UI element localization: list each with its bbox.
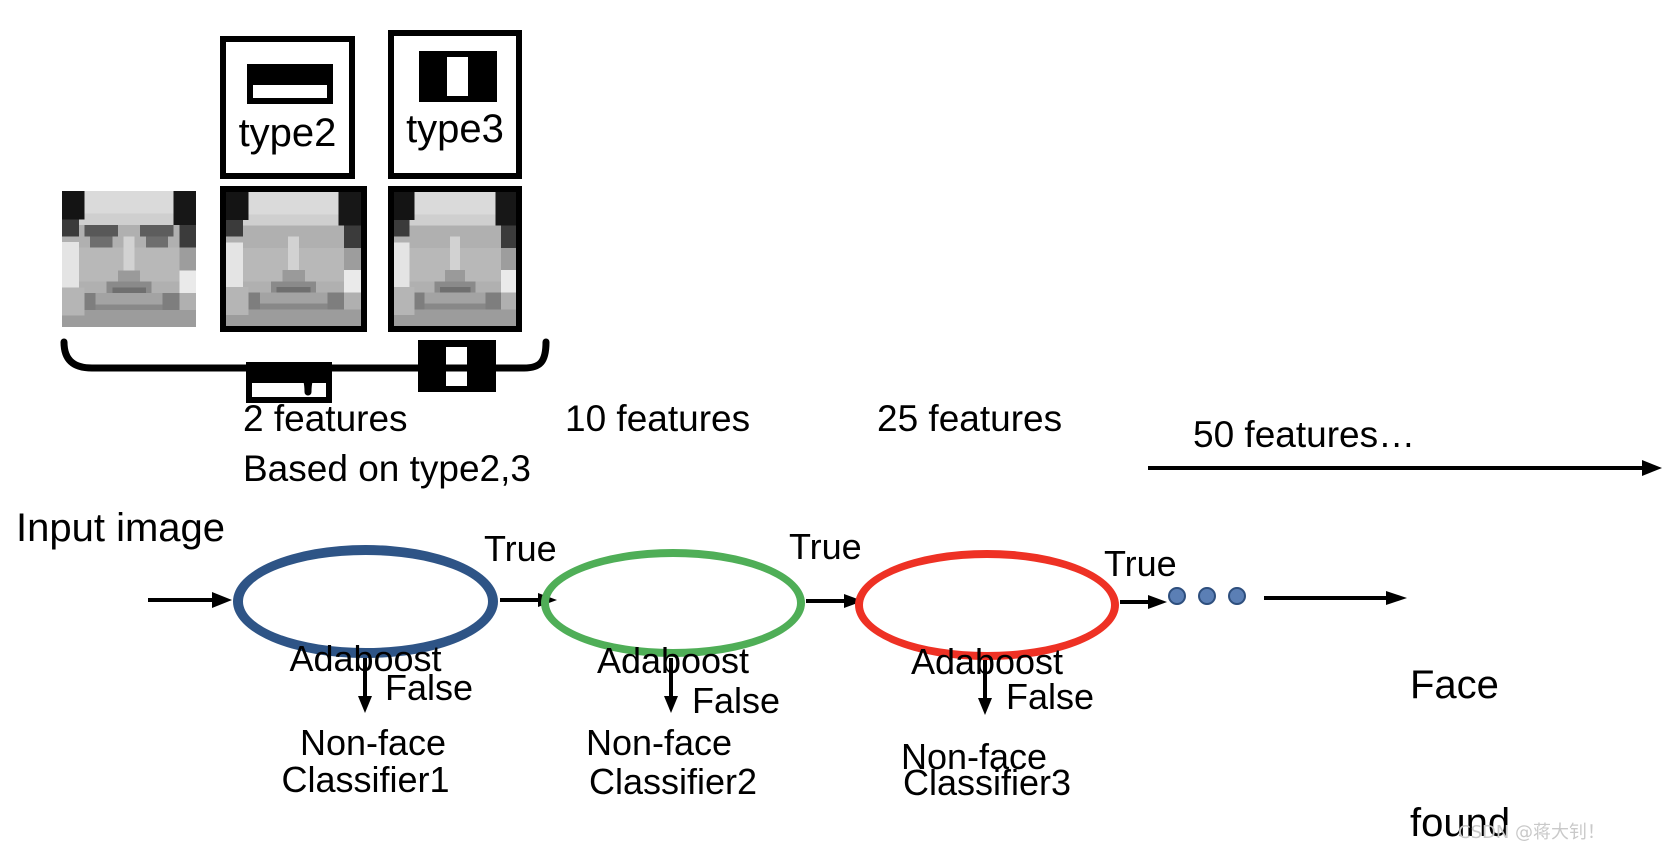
feature-type3-box: type3 — [388, 30, 522, 179]
classifier-2-line1: Adaboost — [596, 639, 750, 681]
thumbnail-face-plain — [62, 191, 196, 327]
brace-basis-label: Based on type2,3 — [243, 448, 531, 489]
feature-type3-label: type3 — [406, 107, 504, 151]
classifier-3-line2: Classifier3 — [902, 761, 1072, 803]
stage3-feature-count: 25 features — [877, 398, 1063, 439]
haar-two-rect-horizontal-icon — [247, 64, 333, 104]
classifier-1-label: Adaboost Classifier1 — [233, 558, 498, 848]
classifier-3-line1: Adaboost — [910, 640, 1064, 682]
stage4-feature-count: 50 features… — [1193, 414, 1416, 455]
more-stages-arrow — [1148, 458, 1668, 478]
stage1-feature-count: 2 features — [243, 398, 408, 439]
feature-type2-label: type2 — [238, 111, 337, 155]
input-arrow — [148, 590, 234, 610]
ellipsis-dot-3 — [1228, 587, 1246, 605]
ellipsis-dot-2 — [1198, 587, 1216, 605]
diagram-canvas: type2 type3 2 features Based on type2,3 … — [0, 0, 1668, 848]
classifier-1-line1: Adaboost — [289, 637, 442, 679]
thumbnail-face-type3 — [388, 186, 522, 392]
features-brace — [58, 336, 558, 398]
classifier-3-label: Adaboost Classifier3 — [855, 561, 1119, 848]
result-line1: Face — [1410, 663, 1499, 707]
classifier-1-line2: Classifier1 — [281, 758, 450, 800]
thumbnail-face-type2 — [220, 186, 367, 403]
feature-type2-box: type2 — [220, 36, 355, 179]
classifier-2-label: Adaboost Classifier2 — [541, 560, 805, 848]
result-label: Face found — [1410, 570, 1510, 848]
csdn-watermark: CSDN @蒋大钊！ — [1458, 822, 1606, 843]
input-image-label: Input image — [16, 506, 226, 550]
stage2-feature-count: 10 features — [565, 398, 751, 439]
classifier-3-true-arrow — [1120, 592, 1170, 612]
result-arrow — [1264, 588, 1410, 608]
classifier-2-line2: Classifier2 — [588, 760, 758, 802]
haar-three-rect-vertical-icon — [419, 51, 497, 102]
ellipsis-dot-1 — [1168, 587, 1186, 605]
